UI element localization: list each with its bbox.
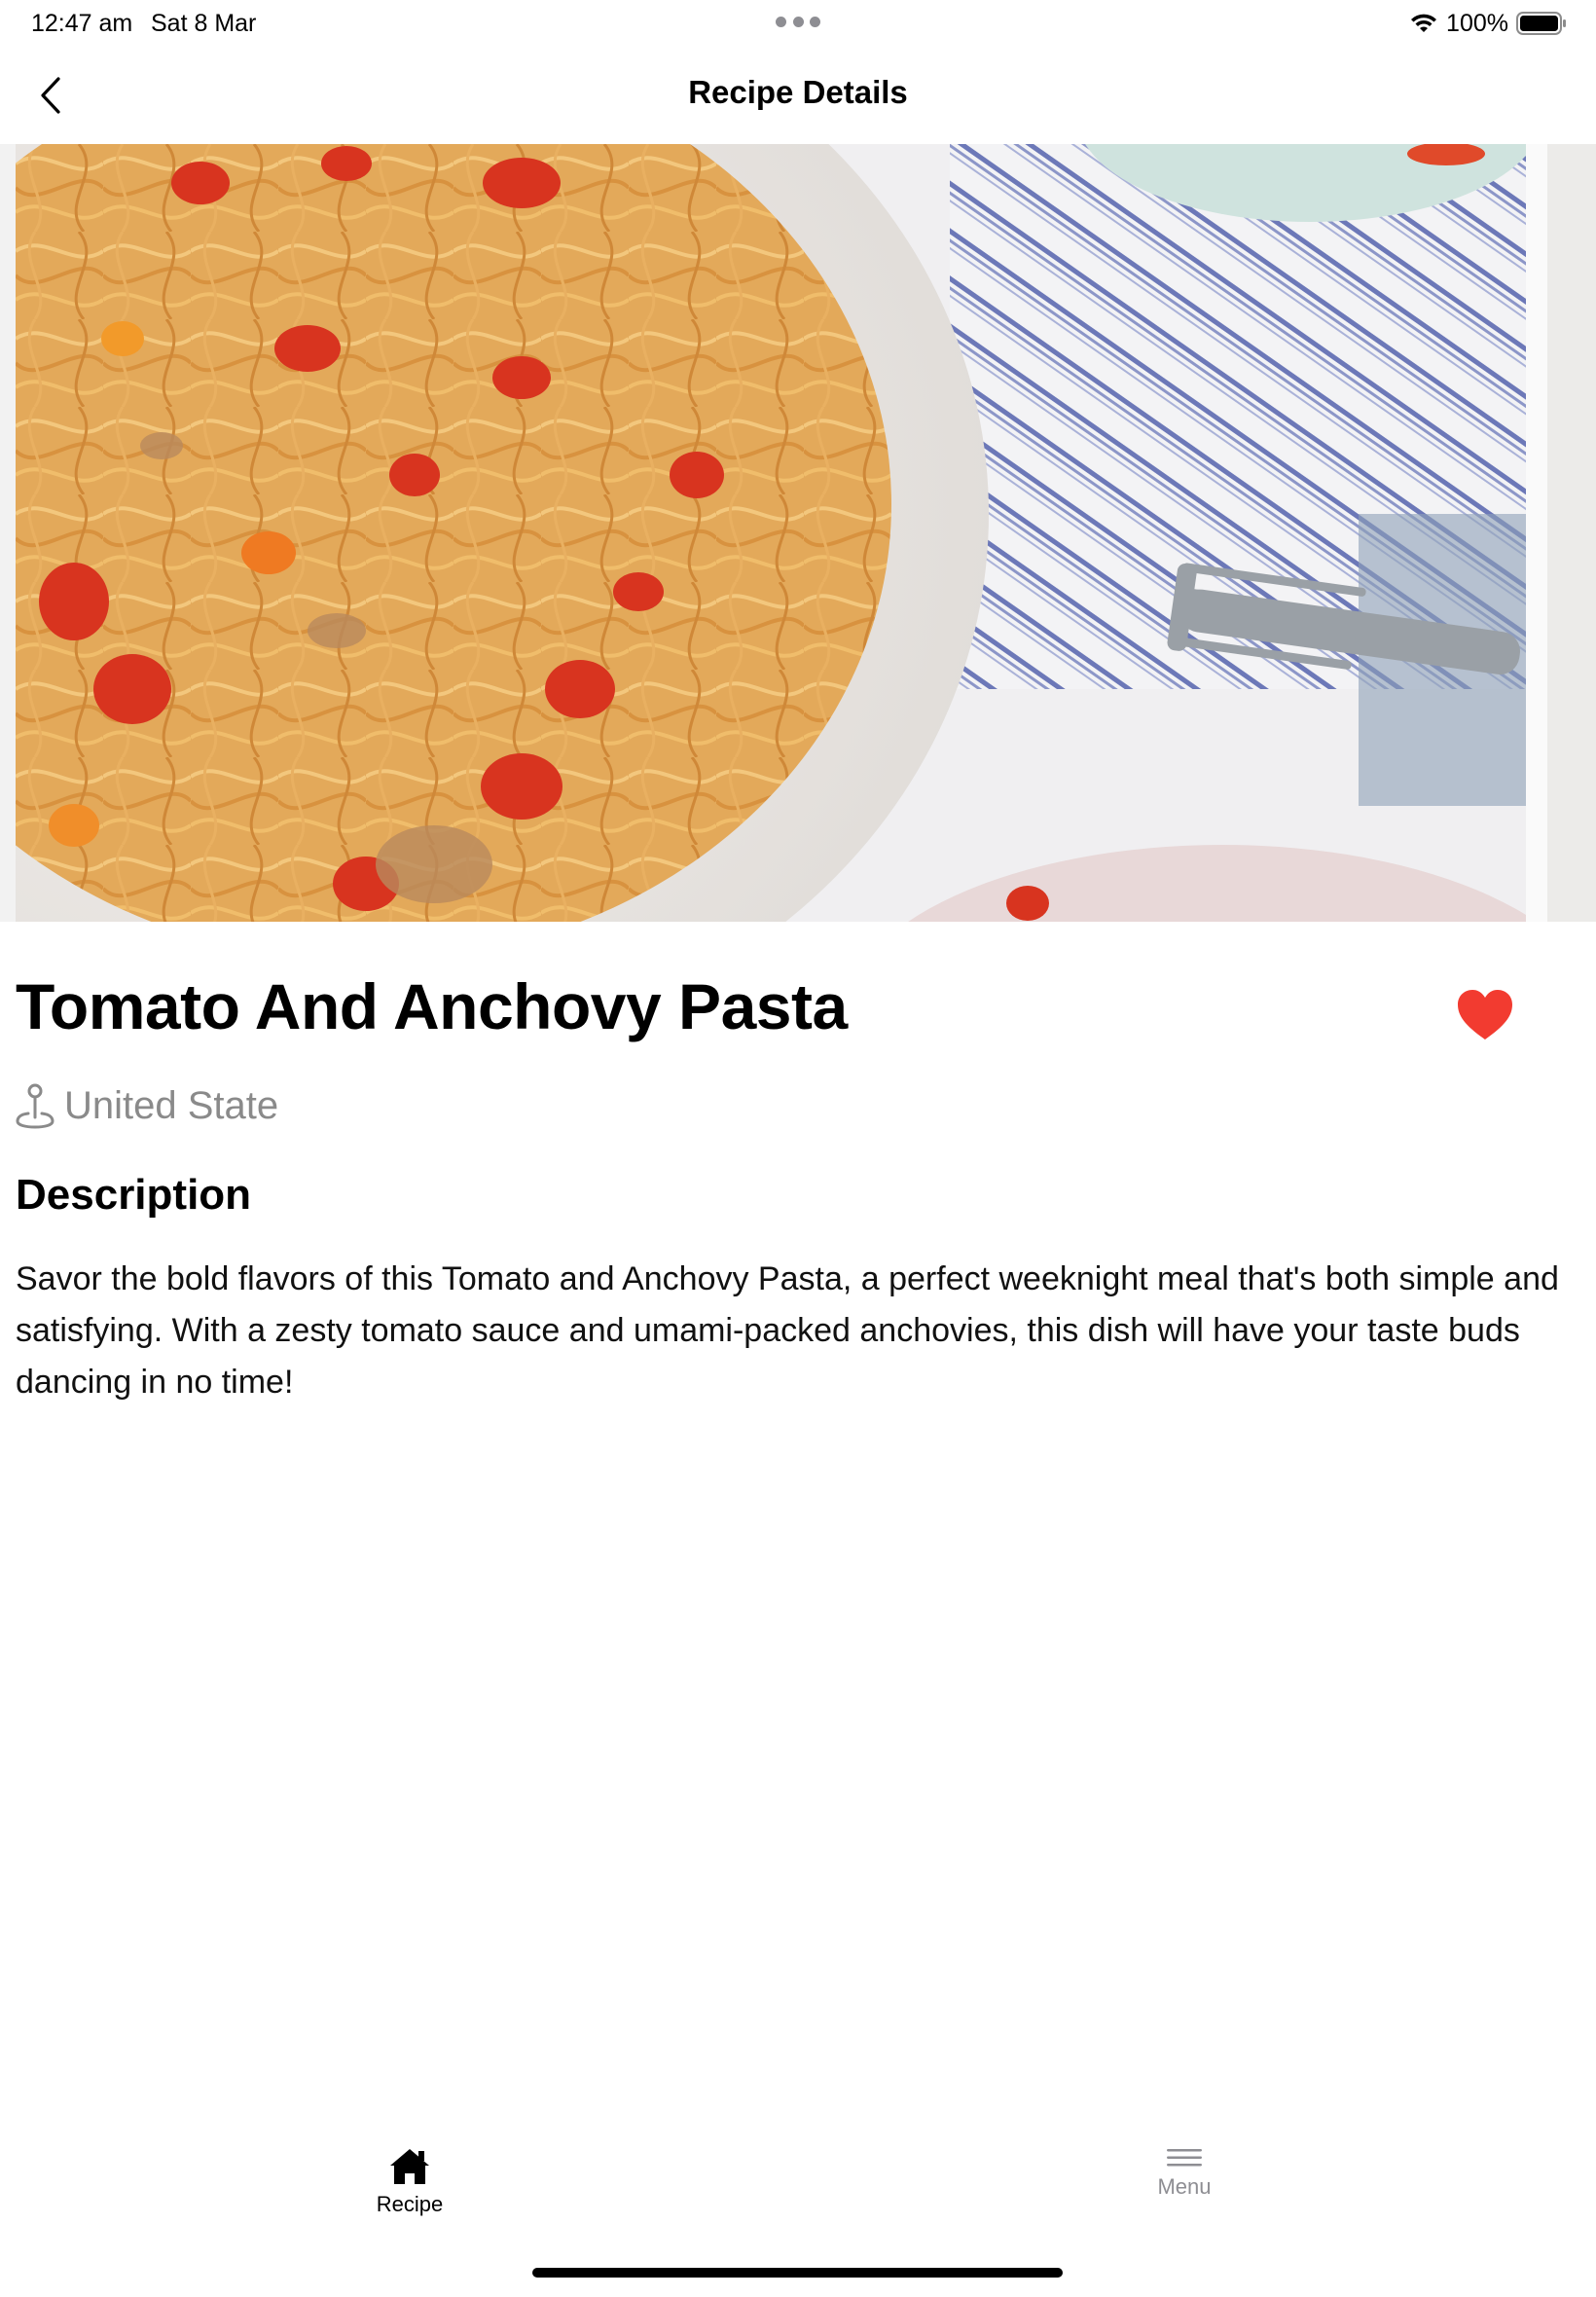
pasta-photo <box>16 144 1526 922</box>
description-heading: Description <box>16 1171 252 1219</box>
tab-recipe-label: Recipe <box>376 2192 444 2216</box>
battery-percentage: 100% <box>1446 9 1508 37</box>
battery-icon <box>1516 11 1567 36</box>
menu-icon <box>1167 2149 1202 2167</box>
status-bar: 12:47 am Sat 8 Mar 100% <box>0 0 1596 47</box>
next-image-peek[interactable] <box>1547 144 1596 922</box>
tab-menu-label: Menu <box>1157 2174 1212 2199</box>
location-label: United State <box>64 1083 279 1127</box>
heart-icon <box>1458 990 1512 1039</box>
status-right-cluster: 100% <box>1409 8 1567 39</box>
multitask-dots-icon[interactable] <box>776 17 820 28</box>
status-time: 12:47 am <box>31 10 133 37</box>
home-icon <box>390 2149 429 2184</box>
carousel-edge <box>1526 144 1547 922</box>
recipe-title: Tomato And Anchovy Pasta <box>16 970 848 1042</box>
wifi-icon <box>1409 12 1438 35</box>
description-text: Savor the bold flavors of this Tomato an… <box>16 1260 1559 1401</box>
location-row: United State <box>16 1078 278 1133</box>
tab-bar: Recipe Menu <box>0 2132 1596 2239</box>
status-date: Sat 8 Mar <box>151 10 257 37</box>
favorite-button[interactable] <box>1456 989 1514 1041</box>
home-indicator[interactable] <box>532 2268 1063 2278</box>
tab-recipe[interactable]: Recipe <box>312 2147 507 2217</box>
location-pin-icon <box>16 1083 54 1129</box>
recipe-image-carousel[interactable] <box>0 144 1596 922</box>
page-title: Recipe Details <box>688 74 908 110</box>
tab-menu[interactable]: Menu <box>1087 2147 1282 2200</box>
navigation-bar: Recipe Details <box>0 47 1596 144</box>
